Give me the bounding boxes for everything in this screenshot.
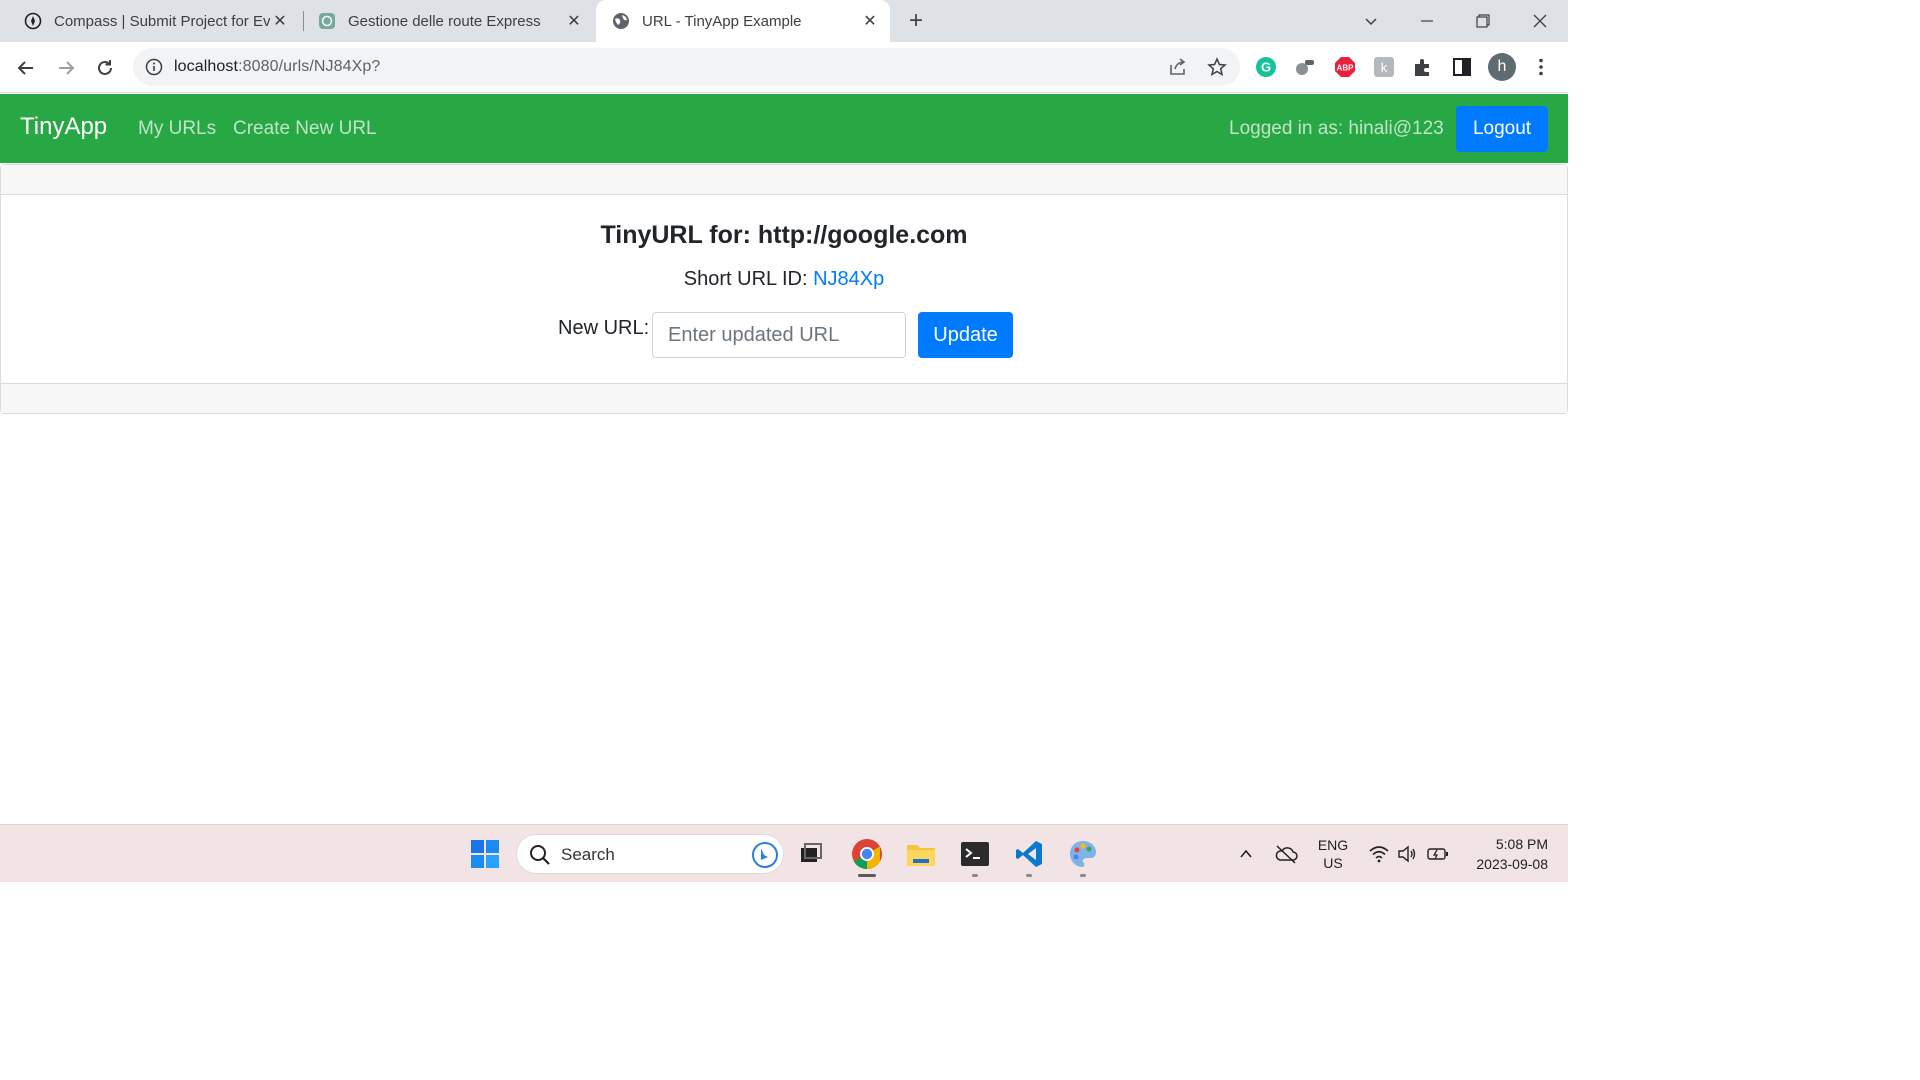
- openai-icon: [318, 12, 336, 30]
- nav-create-new-url[interactable]: Create New URL: [233, 118, 377, 140]
- card-footer: [1, 383, 1567, 413]
- bookmark-star-icon[interactable]: [1207, 57, 1227, 77]
- extension-k-icon[interactable]: k: [1373, 56, 1395, 78]
- taskbar-clock[interactable]: 5:08 PM 2023-09-08: [1462, 834, 1548, 874]
- app-navbar: TinyApp My URLs Create New URL Logged in…: [0, 94, 1568, 163]
- reload-icon[interactable]: [91, 54, 119, 82]
- task-view-icon[interactable]: [794, 837, 828, 871]
- profile-avatar[interactable]: h: [1488, 53, 1516, 81]
- terminal-icon[interactable]: [958, 837, 992, 871]
- address-url: localhost:8080/urls/NJ84Xp?: [174, 58, 380, 76]
- wifi-icon[interactable]: [1368, 825, 1390, 883]
- side-panel-icon[interactable]: [1451, 56, 1473, 78]
- battery-icon[interactable]: [1426, 825, 1450, 883]
- windows-taskbar: Search ENG US 5:08 PM 2023-09-08: [0, 824, 1568, 882]
- extensions-puzzle-icon[interactable]: [1412, 56, 1434, 78]
- url-host: localhost: [174, 58, 239, 75]
- address-bar[interactable]: localhost:8080/urls/NJ84Xp?: [133, 48, 1240, 86]
- tab-title: Gestione delle route Express: [348, 12, 541, 30]
- keyboard-region: US: [1323, 855, 1343, 871]
- taskbar-search[interactable]: Search: [516, 834, 784, 874]
- logged-in-text: Logged in as: hinali@123: [1229, 118, 1444, 139]
- new-url-input[interactable]: [652, 312, 906, 358]
- tab-compass[interactable]: Compass | Submit Project for Eva ✕: [0, 0, 300, 42]
- close-icon[interactable]: ✕: [270, 11, 290, 31]
- grammarly-icon[interactable]: G: [1255, 56, 1277, 78]
- profile-initial: h: [1497, 58, 1507, 75]
- close-window-icon[interactable]: [1525, 6, 1555, 36]
- tab-gestione[interactable]: Gestione delle route Express ✕: [294, 0, 594, 42]
- extension-tool-icon[interactable]: [1294, 56, 1316, 78]
- paint-running-indicator: [1080, 874, 1086, 877]
- tab-search-icon[interactable]: [1356, 6, 1386, 36]
- logout-button[interactable]: Logout: [1456, 106, 1548, 152]
- share-icon[interactable]: [1168, 57, 1188, 77]
- globe-icon: [612, 12, 630, 30]
- browser-toolbar: localhost:8080/urls/NJ84Xp? G ABP k h: [0, 42, 1568, 93]
- adblock-icon[interactable]: ABP: [1334, 56, 1356, 78]
- card-header: [1, 165, 1567, 195]
- windows-start-icon[interactable]: [468, 837, 502, 871]
- paint-icon[interactable]: [1066, 837, 1100, 871]
- chrome-icon[interactable]: [850, 837, 884, 871]
- url-card: TinyURL for: http://google.com Short URL…: [0, 164, 1568, 414]
- bing-icon[interactable]: [751, 841, 779, 874]
- restore-icon[interactable]: [1468, 6, 1498, 36]
- minimize-icon[interactable]: [1412, 6, 1442, 36]
- browser-tabstrip: Compass | Submit Project for Eva ✕ Gesti…: [0, 0, 1568, 42]
- back-icon[interactable]: [12, 54, 40, 82]
- clock-date: 2023-09-08: [1476, 856, 1548, 872]
- taskbar-search-label: Search: [561, 845, 615, 864]
- url-path: :8080/urls/NJ84Xp?: [238, 58, 381, 75]
- menu-kebab-icon[interactable]: [1530, 56, 1552, 78]
- vscode-icon[interactable]: [1012, 837, 1046, 871]
- onedrive-offline-icon[interactable]: [1272, 825, 1300, 883]
- tab-title: Compass | Submit Project for Eva: [54, 12, 270, 30]
- short-url-line: Short URL ID: NJ84Xp: [1, 268, 1567, 291]
- language-indicator[interactable]: ENG US: [1314, 836, 1352, 872]
- svg-text:ABP: ABP: [1337, 64, 1355, 73]
- short-url-link[interactable]: NJ84Xp: [813, 268, 884, 290]
- new-tab-button[interactable]: +: [904, 7, 928, 34]
- search-icon: [529, 844, 551, 871]
- info-icon[interactable]: [145, 58, 163, 76]
- nav-my-urls[interactable]: My URLs: [138, 118, 216, 140]
- compass-icon: [24, 12, 42, 30]
- tab-tinyapp[interactable]: URL - TinyApp Example ✕: [596, 0, 890, 42]
- volume-icon[interactable]: [1396, 825, 1418, 883]
- svg-text:k: k: [1381, 60, 1388, 75]
- update-button[interactable]: Update: [918, 312, 1013, 358]
- language-code: ENG: [1317, 837, 1349, 853]
- forward-icon[interactable]: [52, 54, 80, 82]
- chevron-up-icon[interactable]: [1236, 825, 1256, 883]
- terminal-running-indicator: [972, 874, 978, 877]
- vscode-running-indicator: [1026, 874, 1032, 877]
- card-title: TinyURL for: http://google.com: [600, 221, 968, 249]
- tab-title: URL - TinyApp Example: [642, 12, 802, 30]
- chrome-active-indicator: [858, 874, 876, 877]
- svg-text:G: G: [1261, 60, 1271, 75]
- short-url-label: Short URL ID:: [683, 268, 814, 290]
- card-body: TinyURL for: http://google.com Short URL…: [1, 195, 1567, 383]
- file-explorer-icon[interactable]: [904, 837, 938, 871]
- new-url-label: New URL:: [558, 317, 650, 339]
- close-icon[interactable]: ✕: [860, 11, 880, 31]
- clock-time: 5:08 PM: [1495, 836, 1548, 852]
- brand-logo[interactable]: TinyApp: [20, 113, 107, 141]
- close-icon[interactable]: ✕: [564, 11, 584, 31]
